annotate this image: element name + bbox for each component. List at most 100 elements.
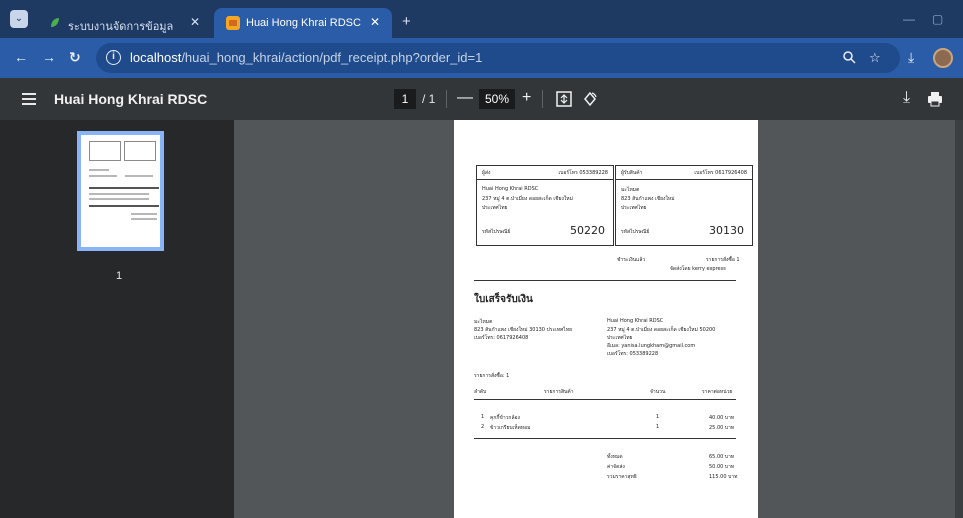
close-icon[interactable]: ✕	[370, 15, 380, 29]
zip-label: รหัสไปรษณีย์	[482, 229, 511, 235]
zoom-icon[interactable]	[842, 50, 856, 64]
page-thumbnail[interactable]	[77, 131, 164, 251]
grand-total-label: รวมราคาสุทธิ	[607, 474, 637, 480]
recipient-line: 823 สันกำแพง เชียงใหม่	[621, 196, 675, 202]
divider	[542, 90, 543, 108]
menu-icon[interactable]	[22, 93, 36, 105]
recipient-line: ประเทศไทย	[621, 205, 647, 211]
sender-box: ผู้ส่ง เบอร์โทร 053389228 Huai Hong Khra…	[476, 165, 614, 246]
reload-icon[interactable]: ↻	[69, 49, 81, 66]
recipient-label: ผู้รับสินค้า	[621, 170, 643, 176]
zoom-in-icon[interactable]: +	[522, 89, 531, 107]
item-name: ข้าวเกรียบเห็ดหอม	[490, 425, 531, 431]
tab-bar: ⌄ ระบบงานจัดการข้อมูล ✕ Huai Hong Khrai …	[0, 0, 963, 38]
address-bar[interactable]: i localhost/huai_hong_khrai/action/pdf_r…	[96, 43, 900, 73]
bookmark-star-icon[interactable]: ☆	[869, 50, 881, 66]
download-icon[interactable]: ⤓	[908, 49, 914, 66]
download-icon[interactable]: ⤓	[903, 89, 910, 107]
sender-line: 237 หมู่ 4 ต.ป่าเมี่ยง ดอยสะเก็ด เชียงให…	[482, 196, 573, 202]
back-icon[interactable]: ←	[14, 49, 28, 65]
buyer-line: เบอร์โทร: 0617926408	[474, 335, 529, 341]
buyer-line: 823 สันกำแพง เชียงใหม่ 30130 ประเทศไทย	[474, 327, 573, 333]
restore-icon[interactable]: ▢	[932, 12, 943, 26]
profile-avatar[interactable]	[933, 48, 953, 68]
divider	[474, 438, 736, 439]
item-no: 1	[481, 414, 485, 420]
sender-phone: เบอร์โทร 053389228	[558, 170, 608, 176]
grand-total-value: 115.00 บาท	[709, 474, 738, 480]
tab-title: Huai Hong Khrai RDSC	[246, 17, 361, 29]
item-no: 2	[481, 424, 485, 430]
total-value: 65.00 บาท	[709, 454, 735, 460]
document-title: Huai Hong Khrai RDSC	[54, 91, 208, 107]
receipt-title: ใบเสร็จรับเงิน	[474, 294, 533, 305]
print-icon[interactable]	[927, 91, 943, 107]
thumbnail-sidebar: 1	[0, 120, 234, 518]
column-header: ราคาต่อหน่วย	[702, 389, 733, 395]
tab-huai-hong-khrai[interactable]: Huai Hong Khrai RDSC ✕	[214, 8, 392, 38]
seller-line: เบอร์โทร: 053389228	[607, 351, 659, 357]
order-count: รายการสั่งซื้อ: 1	[474, 373, 510, 379]
forward-icon[interactable]: →	[42, 49, 56, 65]
seller-line: ประเทศไทย	[607, 335, 633, 341]
thumb-line	[89, 175, 117, 177]
divider	[474, 280, 736, 281]
new-tab-icon[interactable]: +	[402, 13, 411, 30]
tab-search-button[interactable]: ⌄	[10, 10, 28, 28]
recipient-phone: เบอร์โทร 0617926408	[694, 170, 747, 176]
zip-label: รหัสไปรษณีย์	[621, 229, 650, 235]
tab-title: ระบบงานจัดการข้อมูล	[68, 21, 174, 33]
sender-header: ผู้ส่ง เบอร์โทร 053389228	[477, 166, 613, 180]
item-qty: 1	[656, 414, 660, 420]
site-info-icon[interactable]: i	[106, 50, 121, 65]
thumb-line	[89, 169, 109, 171]
seller-line: อีเมล: yanisa.lungkham@gmail.com	[607, 343, 696, 349]
column-header: จำนวน	[650, 389, 666, 395]
navigation-bar: ← → ↻ i localhost/huai_hong_khrai/action…	[0, 38, 963, 78]
shipping-label: ค่าจัดส่ง	[607, 464, 625, 470]
column-header: ลำดับ	[474, 389, 487, 395]
more-options-icon[interactable]: ⋮	[956, 89, 963, 109]
sender-line: ประเทศไทย	[482, 205, 508, 211]
payment-status: ชำระเงินแล้ว	[617, 257, 646, 263]
item-price: 25.00 บาท	[709, 425, 735, 431]
order-label: รายการสั่งซื้อ 1	[706, 257, 740, 263]
leaf-icon	[51, 18, 59, 27]
thumb-line	[131, 213, 157, 215]
zoom-out-icon[interactable]: —	[457, 89, 473, 107]
thumb-line	[89, 193, 149, 195]
thumb-line	[125, 175, 153, 177]
pdf-page: ผู้ส่ง เบอร์โทร 053389228 Huai Hong Khra…	[454, 120, 758, 518]
site-logo-icon	[226, 16, 240, 30]
item-price: 40.00 บาท	[709, 415, 735, 421]
thumb-box	[89, 141, 121, 161]
rotate-icon[interactable]	[582, 91, 598, 107]
column-header: รายการสินค้า	[544, 389, 574, 395]
url-text: localhost/huai_hong_khrai/action/pdf_rec…	[130, 50, 483, 65]
sender-zip: 50220	[570, 224, 605, 237]
recipient-line: มะไหมต	[621, 187, 640, 193]
zoom-level-input[interactable]: 50%	[479, 89, 515, 109]
shipping-value: 50.00 บาท	[709, 464, 735, 470]
close-icon[interactable]: ✕	[190, 15, 200, 29]
thumb-line	[89, 187, 159, 189]
recipient-box: ผู้รับสินค้า เบอร์โทร 0617926408 มะไหมต …	[615, 165, 753, 246]
page-total: / 1	[422, 92, 436, 106]
scrollbar[interactable]	[955, 120, 963, 518]
page-number-input[interactable]: 1	[394, 89, 416, 109]
pdf-toolbar: Huai Hong Khrai RDSC 1 / 1 — 50% + ⤓ ⋮	[0, 78, 963, 120]
recipient-header: ผู้รับสินค้า เบอร์โทร 0617926408	[616, 166, 752, 180]
minimize-icon[interactable]: —	[903, 12, 915, 26]
fit-page-icon[interactable]	[556, 91, 572, 107]
thumb-box	[124, 141, 156, 161]
buyer-line: มะไหมต	[474, 319, 493, 325]
tab-data-management[interactable]: ระบบงานจัดการข้อมูล ✕	[36, 8, 212, 38]
divider	[446, 90, 447, 108]
thumb-line	[89, 198, 149, 200]
item-name: คุกกี้ข้าวกล้อง	[490, 415, 520, 421]
sender-label: ผู้ส่ง	[482, 170, 491, 176]
sender-line: Huai Hong Khrai RDSC	[482, 186, 539, 192]
divider	[474, 399, 736, 400]
item-qty: 1	[656, 424, 660, 430]
thumbnail-page-number: 1	[116, 270, 123, 282]
